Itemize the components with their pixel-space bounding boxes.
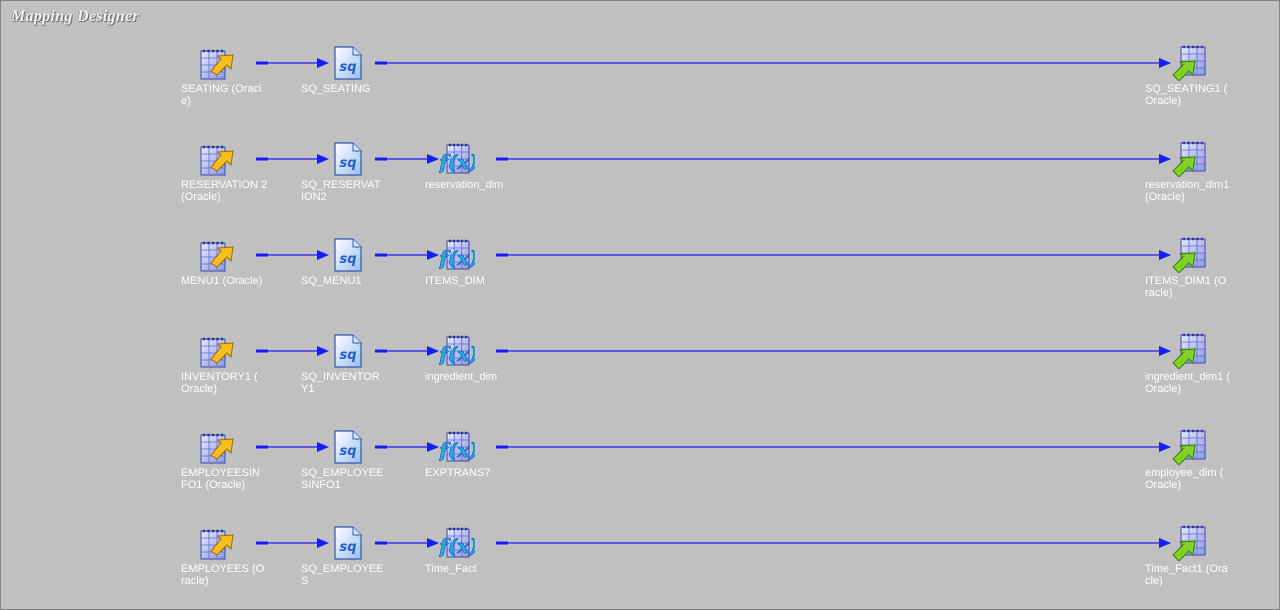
target-label: ingredient_dim1 ( Oracle) [1145,371,1230,395]
source-node[interactable] [199,45,235,81]
target-label: ITEMS_DIM1 (O racle) [1145,275,1227,299]
source-node[interactable] [199,141,235,177]
expression-label: Time_Fact [425,563,477,575]
source-qualifier-node[interactable]: sq [329,429,365,465]
svg-text:sq: sq [339,60,356,75]
svg-text:sq: sq [339,252,356,267]
target-icon [1172,525,1206,562]
expression-to-target-link[interactable] [496,154,1171,164]
source-label: SEATING (Oracl e) [181,83,262,107]
source-to-qualifier-link[interactable] [256,538,329,548]
expression-to-target-link[interactable] [496,346,1171,356]
expression-label: ITEMS_DIM [425,275,485,287]
expression-node[interactable]: f(x) [437,237,479,273]
source-node[interactable] [199,525,235,561]
qualifier-to-target-link[interactable] [375,58,1171,68]
svg-text:sq: sq [339,156,356,171]
expression-to-target-link[interactable] [496,442,1171,452]
svg-text:f(x): f(x) [439,534,475,558]
qualifier-to-expression-link[interactable] [375,250,439,260]
source-qualifier-label: SQ_EMPLOYEE S [301,563,384,587]
source-to-qualifier-link[interactable] [256,250,329,260]
source-qualifier-label: SQ_INVENTOR Y1 [301,371,380,395]
svg-text:sq: sq [339,444,356,459]
source-qualifier-icon: sq [334,46,362,80]
source-to-qualifier-link[interactable] [256,442,329,452]
target-icon [1172,141,1206,178]
source-icon [200,241,234,272]
target-node[interactable] [1171,525,1207,562]
target-icon [1172,333,1206,370]
target-node[interactable] [1171,141,1207,178]
expression-node[interactable]: f(x) [437,333,479,369]
mapping-designer-canvas[interactable]: Mapping Designer sq SEATING (Oracl e) SQ_S… [0,0,1280,610]
target-node[interactable] [1171,45,1207,82]
source-qualifier-node[interactable]: sq [329,525,365,561]
source-qualifier-node[interactable]: sq [329,45,365,81]
qualifier-to-expression-link[interactable] [375,154,439,164]
source-node[interactable] [199,333,235,369]
source-icon [200,337,234,368]
qualifier-to-expression-link[interactable] [375,346,439,356]
qualifier-to-expression-link[interactable] [375,538,439,548]
source-to-qualifier-link[interactable] [256,346,329,356]
expression-to-target-link[interactable] [496,250,1171,260]
expression-icon: f(x) [437,335,479,366]
target-label: SQ_SEATING1 ( Oracle) [1145,83,1228,107]
source-icon [200,145,234,176]
workspace-title: Mapping Designer [11,8,139,25]
source-icon [200,49,234,80]
expression-label: reservation_dim [425,179,504,191]
source-qualifier-label: SQ_EMPLOYEE SINFO1 [301,467,384,491]
source-qualifier-label: SQ_SEATING [301,83,371,95]
expression-icon: f(x) [437,239,479,270]
target-icon [1172,45,1206,82]
expression-to-target-link[interactable] [496,538,1171,548]
svg-text:f(x): f(x) [439,246,475,270]
expression-node[interactable]: f(x) [437,429,479,465]
source-qualifier-icon: sq [334,238,362,272]
source-qualifier-node[interactable]: sq [329,141,365,177]
qualifier-to-expression-link[interactable] [375,442,439,452]
expression-icon: f(x) [437,431,479,462]
source-node[interactable] [199,237,235,273]
target-node[interactable] [1171,333,1207,370]
source-label: EMPLOYEESIN FO1 (Oracle) [181,467,260,491]
source-to-qualifier-link[interactable] [256,154,329,164]
expression-node[interactable]: f(x) [437,525,479,561]
svg-text:f(x): f(x) [439,342,475,366]
svg-text:sq: sq [339,348,356,363]
source-qualifier-node[interactable]: sq [329,333,365,369]
source-label: MENU1 (Oracle) [181,275,263,287]
target-icon [1172,237,1206,274]
target-node[interactable] [1171,237,1207,274]
svg-text:f(x): f(x) [439,150,475,174]
source-label: INVENTORY1 ( Oracle) [181,371,258,395]
source-qualifier-node[interactable]: sq [329,237,365,273]
source-node[interactable] [199,429,235,465]
source-qualifier-icon: sq [334,334,362,368]
source-label: EMPLOYEES (O racle) [181,563,265,587]
source-qualifier-label: SQ_MENU1 [301,275,362,287]
expression-label: ingredient_dim [425,371,498,383]
expression-icon: f(x) [437,527,479,558]
svg-text:f(x): f(x) [439,438,475,462]
target-label: employee_dim ( Oracle) [1145,467,1224,491]
source-qualifier-icon: sq [334,430,362,464]
source-qualifier-icon: sq [334,142,362,176]
source-qualifier-label: SQ_RESERVAT ION2 [301,179,381,203]
expression-node[interactable]: f(x) [437,141,479,177]
source-qualifier-icon: sq [334,526,362,560]
target-node[interactable] [1171,429,1207,466]
source-to-qualifier-link[interactable] [256,58,329,68]
expression-label: EXPTRANS7 [425,467,491,479]
source-icon [200,529,234,560]
source-icon [200,433,234,464]
target-icon [1172,429,1206,466]
svg-text:sq: sq [339,540,356,555]
target-label: Time_Fact1 (Ora cle) [1145,563,1228,587]
source-label: RESERVATION 2 (Oracle) [181,179,268,203]
target-label: reservation_dim1 (Oracle) [1145,179,1230,203]
expression-icon: f(x) [437,143,479,174]
